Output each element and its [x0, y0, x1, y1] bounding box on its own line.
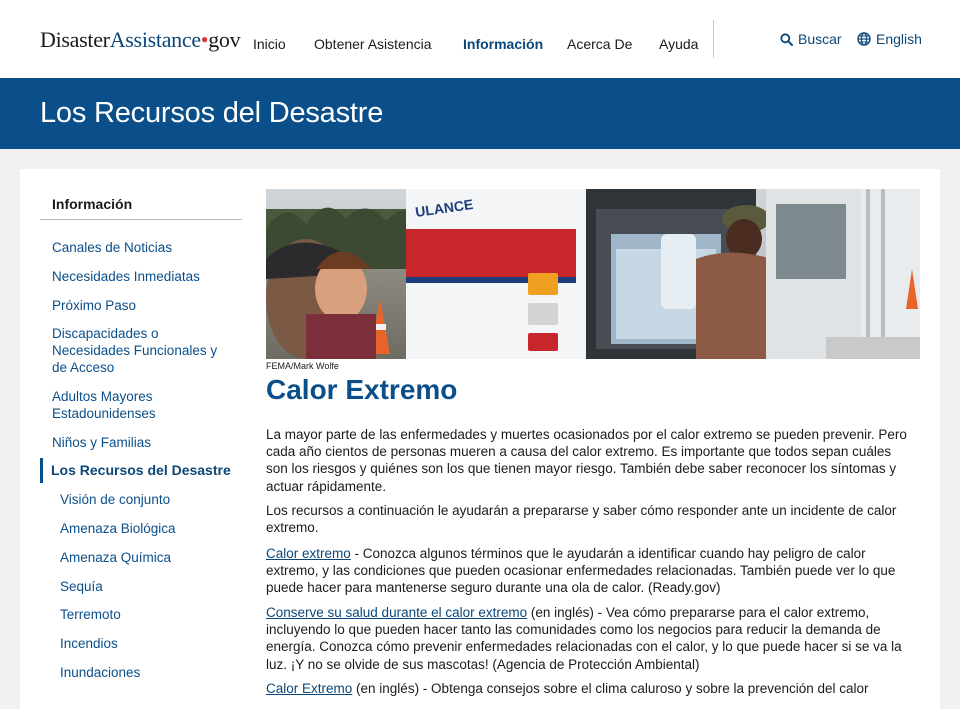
sidebar-item-ninos-y-familias[interactable]: Niños y Familias	[52, 434, 232, 451]
hero-photo: ULANCE	[266, 189, 920, 359]
language-label: English	[876, 31, 922, 47]
sidebar-heading: Información	[52, 196, 133, 212]
search-icon	[780, 32, 793, 46]
page-banner: Los Recursos del Desastre	[0, 78, 960, 149]
resource-item: Calor extremo - Conozca algunos términos…	[266, 545, 916, 597]
sidebar-subitem-vision-de-conjunto[interactable]: Visión de conjunto	[60, 491, 240, 508]
resource-item: Calor Extremo (en inglés) - Obtenga cons…	[266, 680, 916, 697]
search-button[interactable]: Buscar	[780, 31, 842, 47]
sidebar-item-los-recursos-del-desastre[interactable]: Los Recursos del Desastre	[51, 462, 241, 479]
resource-item: Conserve su salud durante el calor extre…	[266, 604, 916, 673]
logo-part-2: Assistance	[109, 27, 201, 52]
nav-informacion[interactable]: Información	[463, 36, 543, 52]
ambulance-photo-image: ULANCE	[266, 189, 920, 359]
sidebar-item-discapacidades[interactable]: Discapacidades o Necesidades Funcionales…	[52, 325, 227, 376]
sidebar-subitem-amenaza-biologica[interactable]: Amenaza Biológica	[60, 520, 240, 537]
photo-credit: FEMA/Mark Wolfe	[266, 361, 339, 371]
resource-link-calor-extremo-en-ingles[interactable]: Calor Extremo	[266, 681, 352, 696]
resource-link-calor-extremo[interactable]: Calor extremo	[266, 546, 351, 561]
sidebar-item-adultos-mayores[interactable]: Adultos Mayores Estadounidenses	[52, 388, 182, 422]
nav-acerca-de[interactable]: Acerca De	[567, 36, 632, 52]
sidebar-subitem-incendios[interactable]: Incendios	[60, 635, 240, 652]
language-toggle[interactable]: English	[857, 31, 922, 47]
sidebar-subitem-sequia[interactable]: Sequía	[60, 578, 240, 595]
page-title: Los Recursos del Desastre	[40, 97, 384, 129]
sidebar-active-indicator	[40, 458, 43, 483]
sidebar-divider	[40, 219, 242, 220]
resource-link-conserve-su-salud[interactable]: Conserve su salud durante el calor extre…	[266, 605, 527, 620]
logo-part-3: gov	[208, 27, 241, 52]
nav-obtener-asistencia[interactable]: Obtener Asistencia	[314, 36, 432, 52]
resource-description: (en inglés) - Obtenga consejos sobre el …	[352, 681, 869, 696]
nav-inicio[interactable]: Inicio	[253, 36, 286, 52]
resource-description: - Conozca algunos términos que le ayudar…	[266, 546, 896, 596]
search-label: Buscar	[798, 31, 842, 47]
site-header: DisasterAssistance•gov Inicio Obtener As…	[0, 0, 960, 78]
site-logo[interactable]: DisasterAssistance•gov	[40, 27, 241, 53]
sidebar-subitem-inundaciones[interactable]: Inundaciones	[60, 664, 240, 681]
logo-part-1: Disaster	[40, 27, 110, 52]
globe-icon	[857, 32, 871, 46]
sidebar-item-proximo-paso[interactable]: Próximo Paso	[52, 297, 232, 314]
intro-paragraph-2: Los recursos a continuación le ayudarán …	[266, 503, 897, 536]
article-title: Calor Extremo	[266, 374, 458, 405]
intro-paragraph-1: La mayor parte de las enfermedades y mue…	[266, 427, 907, 494]
nav-ayuda[interactable]: Ayuda	[659, 36, 698, 52]
sidebar-subitem-amenaza-quimica[interactable]: Amenaza Química	[60, 549, 240, 566]
nav-divider	[713, 20, 714, 58]
sidebar-subitem-terremoto[interactable]: Terremoto	[60, 606, 240, 623]
sidebar-item-necesidades-inmediatas[interactable]: Necesidades Inmediatas	[52, 268, 232, 285]
sidebar-item-canales-de-noticias[interactable]: Canales de Noticias	[52, 239, 232, 256]
